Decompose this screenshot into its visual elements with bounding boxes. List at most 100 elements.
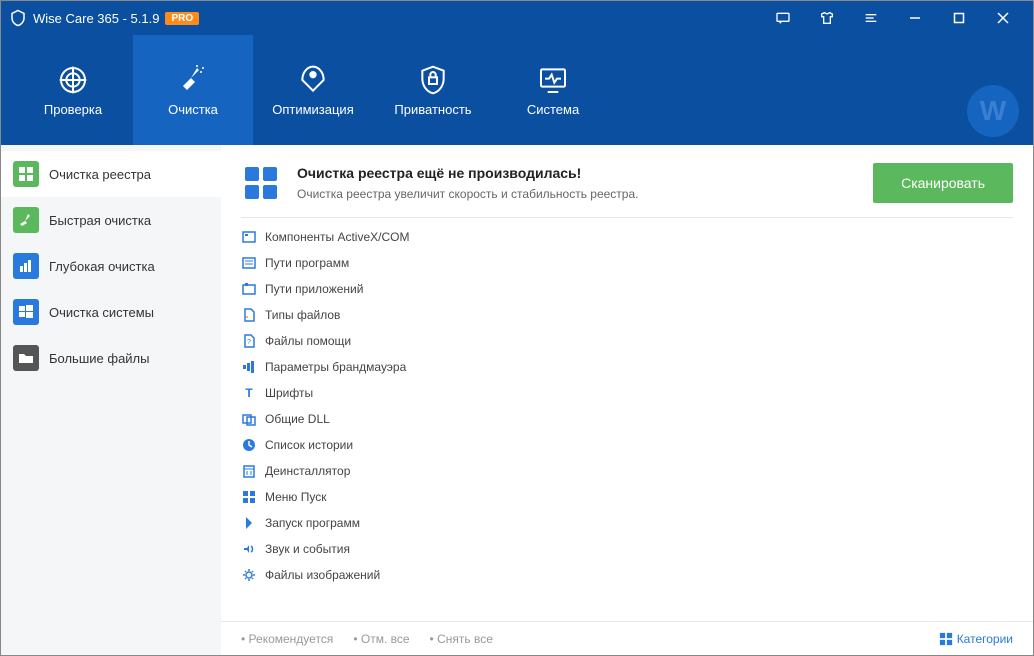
registry-item-label: Компоненты ActiveX/COM <box>265 230 409 244</box>
rocket-icon <box>297 64 329 96</box>
registry-item[interactable]: Деинсталлятор <box>221 458 1033 484</box>
registry-item-icon <box>241 359 257 375</box>
sidebar: Очистка реестра Быстрая очистка Глубокая… <box>1 145 221 655</box>
header-subtitle: Очистка реестра увеличит скорость и стаб… <box>297 187 857 201</box>
sidebar-item-label: Глубокая очистка <box>49 259 155 274</box>
registry-item-icon <box>241 307 257 323</box>
registry-item[interactable]: Запуск программ <box>221 510 1033 536</box>
footer-uncheck-all[interactable]: Снять все <box>430 632 493 646</box>
registry-grid-icon <box>241 163 281 203</box>
folder-icon <box>13 345 39 371</box>
tab-optimize[interactable]: Оптимизация <box>253 35 373 145</box>
tab-check[interactable]: Проверка <box>13 35 133 145</box>
footer-bar: Рекомендуется Отм. все Снять все Категор… <box>221 621 1033 655</box>
registry-item-icon <box>241 489 257 505</box>
registry-item-icon <box>241 437 257 453</box>
registry-item-label: Параметры брандмауэра <box>265 360 406 374</box>
registry-item[interactable]: Меню Пуск <box>221 484 1033 510</box>
tab-label: Очистка <box>168 102 218 117</box>
registry-item[interactable]: Звук и события <box>221 536 1033 562</box>
content-area: Очистка реестра Быстрая очистка Глубокая… <box>1 145 1033 655</box>
registry-item-label: Файлы изображений <box>265 568 380 582</box>
broom-small-icon <box>13 207 39 233</box>
registry-item-label: Деинсталлятор <box>265 464 350 478</box>
grid-icon <box>13 161 39 187</box>
registry-item[interactable]: TШрифты <box>221 380 1033 406</box>
tab-privacy[interactable]: Приватность <box>373 35 493 145</box>
broom-icon <box>177 64 209 96</box>
registry-item-icon <box>241 411 257 427</box>
sidebar-item-label: Большие файлы <box>49 351 149 366</box>
registry-item-label: Файлы помощи <box>265 334 351 348</box>
footer-categories[interactable]: Категории <box>939 632 1013 646</box>
sidebar-item-registry-clean[interactable]: Очистка реестра <box>1 151 221 197</box>
registry-item-icon <box>241 255 257 271</box>
tab-clean[interactable]: Очистка <box>133 35 253 145</box>
registry-item-label: Типы файлов <box>265 308 340 322</box>
svg-text:T: T <box>245 386 253 400</box>
shield-lock-icon <box>417 64 449 96</box>
registry-item-icon: T <box>241 385 257 401</box>
registry-list[interactable]: Компоненты ActiveX/COM Пути программ Пути … <box>221 218 1033 621</box>
registry-item[interactable]: Пути программ <box>221 250 1033 276</box>
registry-item-label: Пути приложений <box>265 282 363 296</box>
windows-icon <box>13 299 39 325</box>
header-row: Очистка реестра ещё не производилась! Оч… <box>221 145 1033 217</box>
scan-button[interactable]: Сканировать <box>873 163 1013 203</box>
categories-label: Категории <box>957 632 1013 646</box>
header-text: Очистка реестра ещё не производилась! Оч… <box>297 165 857 201</box>
app-window: Wise Care 365 - 5.1.9 PRO Проверка <box>0 0 1034 656</box>
footer-recommended[interactable]: Рекомендуется <box>241 632 333 646</box>
registry-item-icon <box>241 463 257 479</box>
registry-item-label: Звук и события <box>265 542 350 556</box>
registry-item-label: Список истории <box>265 438 353 452</box>
registry-item[interactable]: Компоненты ActiveX/COM <box>221 224 1033 250</box>
registry-item-label: Пути программ <box>265 256 349 270</box>
tab-label: Проверка <box>44 102 102 117</box>
registry-item[interactable]: Пути приложений <box>221 276 1033 302</box>
sidebar-item-quick-clean[interactable]: Быстрая очистка <box>1 197 221 243</box>
registry-item-label: Общие DLL <box>265 412 330 426</box>
registry-item[interactable]: ? Файлы помощи <box>221 328 1033 354</box>
close-button[interactable] <box>981 1 1025 35</box>
registry-item-icon <box>241 229 257 245</box>
registry-item-icon <box>241 281 257 297</box>
chart-icon <box>13 253 39 279</box>
feedback-icon[interactable] <box>761 1 805 35</box>
tab-label: Оптимизация <box>272 102 354 117</box>
sidebar-item-big-files[interactable]: Большие файлы <box>1 335 221 381</box>
registry-item-label: Меню Пуск <box>265 490 327 504</box>
registry-item-icon: ? <box>241 333 257 349</box>
registry-item[interactable]: Файлы изображений <box>221 562 1033 588</box>
registry-item-icon <box>241 567 257 583</box>
brand-circle-icon: W <box>967 85 1019 137</box>
titlebar: Wise Care 365 - 5.1.9 PRO <box>1 1 1033 35</box>
sidebar-item-label: Очистка реестра <box>49 167 151 182</box>
monitor-icon <box>537 64 569 96</box>
registry-item[interactable]: Список истории <box>221 432 1033 458</box>
sidebar-item-deep-clean[interactable]: Глубокая очистка <box>1 243 221 289</box>
categories-icon <box>939 632 953 646</box>
app-title: Wise Care 365 - 5.1.9 <box>33 11 159 26</box>
tab-system[interactable]: Система <box>493 35 613 145</box>
registry-item[interactable]: Параметры брандмауэра <box>221 354 1033 380</box>
sidebar-item-label: Очистка системы <box>49 305 154 320</box>
skin-icon[interactable] <box>805 1 849 35</box>
registry-item-icon <box>241 515 257 531</box>
target-icon <box>57 64 89 96</box>
sidebar-item-system-clean[interactable]: Очистка системы <box>1 289 221 335</box>
minimize-button[interactable] <box>893 1 937 35</box>
registry-item-label: Запуск программ <box>265 516 360 530</box>
registry-item-icon <box>241 541 257 557</box>
main-navbar: Проверка Очистка Оптимизация Приватность… <box>1 35 1033 145</box>
pro-badge: PRO <box>165 12 199 25</box>
menu-icon[interactable] <box>849 1 893 35</box>
svg-text:?: ? <box>247 339 251 346</box>
main-panel: Очистка реестра ещё не производилась! Оч… <box>221 145 1033 655</box>
tab-label: Приватность <box>394 102 471 117</box>
maximize-button[interactable] <box>937 1 981 35</box>
app-logo-icon <box>9 9 27 27</box>
footer-check-all[interactable]: Отм. все <box>353 632 409 646</box>
registry-item[interactable]: Типы файлов <box>221 302 1033 328</box>
registry-item[interactable]: Общие DLL <box>221 406 1033 432</box>
